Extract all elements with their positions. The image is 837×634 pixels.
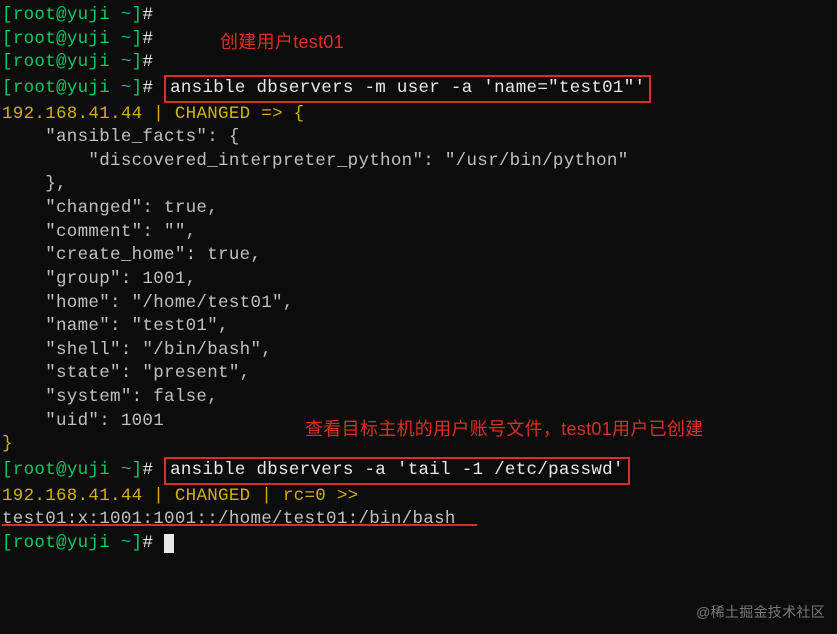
prompt-line-cursor[interactable]: [root@yuji ~]# — [2, 532, 835, 556]
highlighted-command-2: ansible dbservers -a 'tail -1 /etc/passw… — [164, 457, 630, 485]
prompt-line: [root@yuji ~]# — [2, 51, 835, 75]
cursor-icon — [164, 534, 174, 553]
command-line-1[interactable]: [root@yuji ~]# ansible dbservers -m user… — [2, 75, 835, 103]
highlighted-command-1: ansible dbservers -m user -a 'name="test… — [164, 75, 651, 103]
output-line: "system": false, — [2, 386, 835, 410]
output-line: "discovered_interpreter_python": "/usr/b… — [2, 150, 835, 174]
watermark: @稀土掘金技术社区 — [696, 603, 825, 622]
annotation-check-passwd: 查看目标主机的用户账号文件，test01用户已创建 — [305, 417, 704, 441]
annotation-create-user: 创建用户test01 — [220, 30, 344, 54]
output-line: "changed": true, — [2, 197, 835, 221]
output-line: "home": "/home/test01", — [2, 292, 835, 316]
output-line: "state": "present", — [2, 362, 835, 386]
output-line: "name": "test01", — [2, 315, 835, 339]
prompt-line: [root@yuji ~]# — [2, 28, 835, 52]
output-line: "shell": "/bin/bash", — [2, 339, 835, 363]
output-line: "group": 1001, — [2, 268, 835, 292]
output-line: }, — [2, 173, 835, 197]
output-line: "ansible_facts": { — [2, 126, 835, 150]
output-host-2: 192.168.41.44 | CHANGED | rc=0 >> — [2, 485, 835, 509]
output-host: 192.168.41.44 | CHANGED => { — [2, 103, 835, 127]
command-line-2[interactable]: [root@yuji ~]# ansible dbservers -a 'tai… — [2, 457, 835, 485]
output-line: "create_home": true, — [2, 244, 835, 268]
output-passwd-line: test01:x:1001:1001::/home/test01:/bin/ba… — [2, 508, 835, 532]
output-line: "comment": "", — [2, 221, 835, 245]
prompt-line: [root@yuji ~]# — [2, 4, 835, 28]
